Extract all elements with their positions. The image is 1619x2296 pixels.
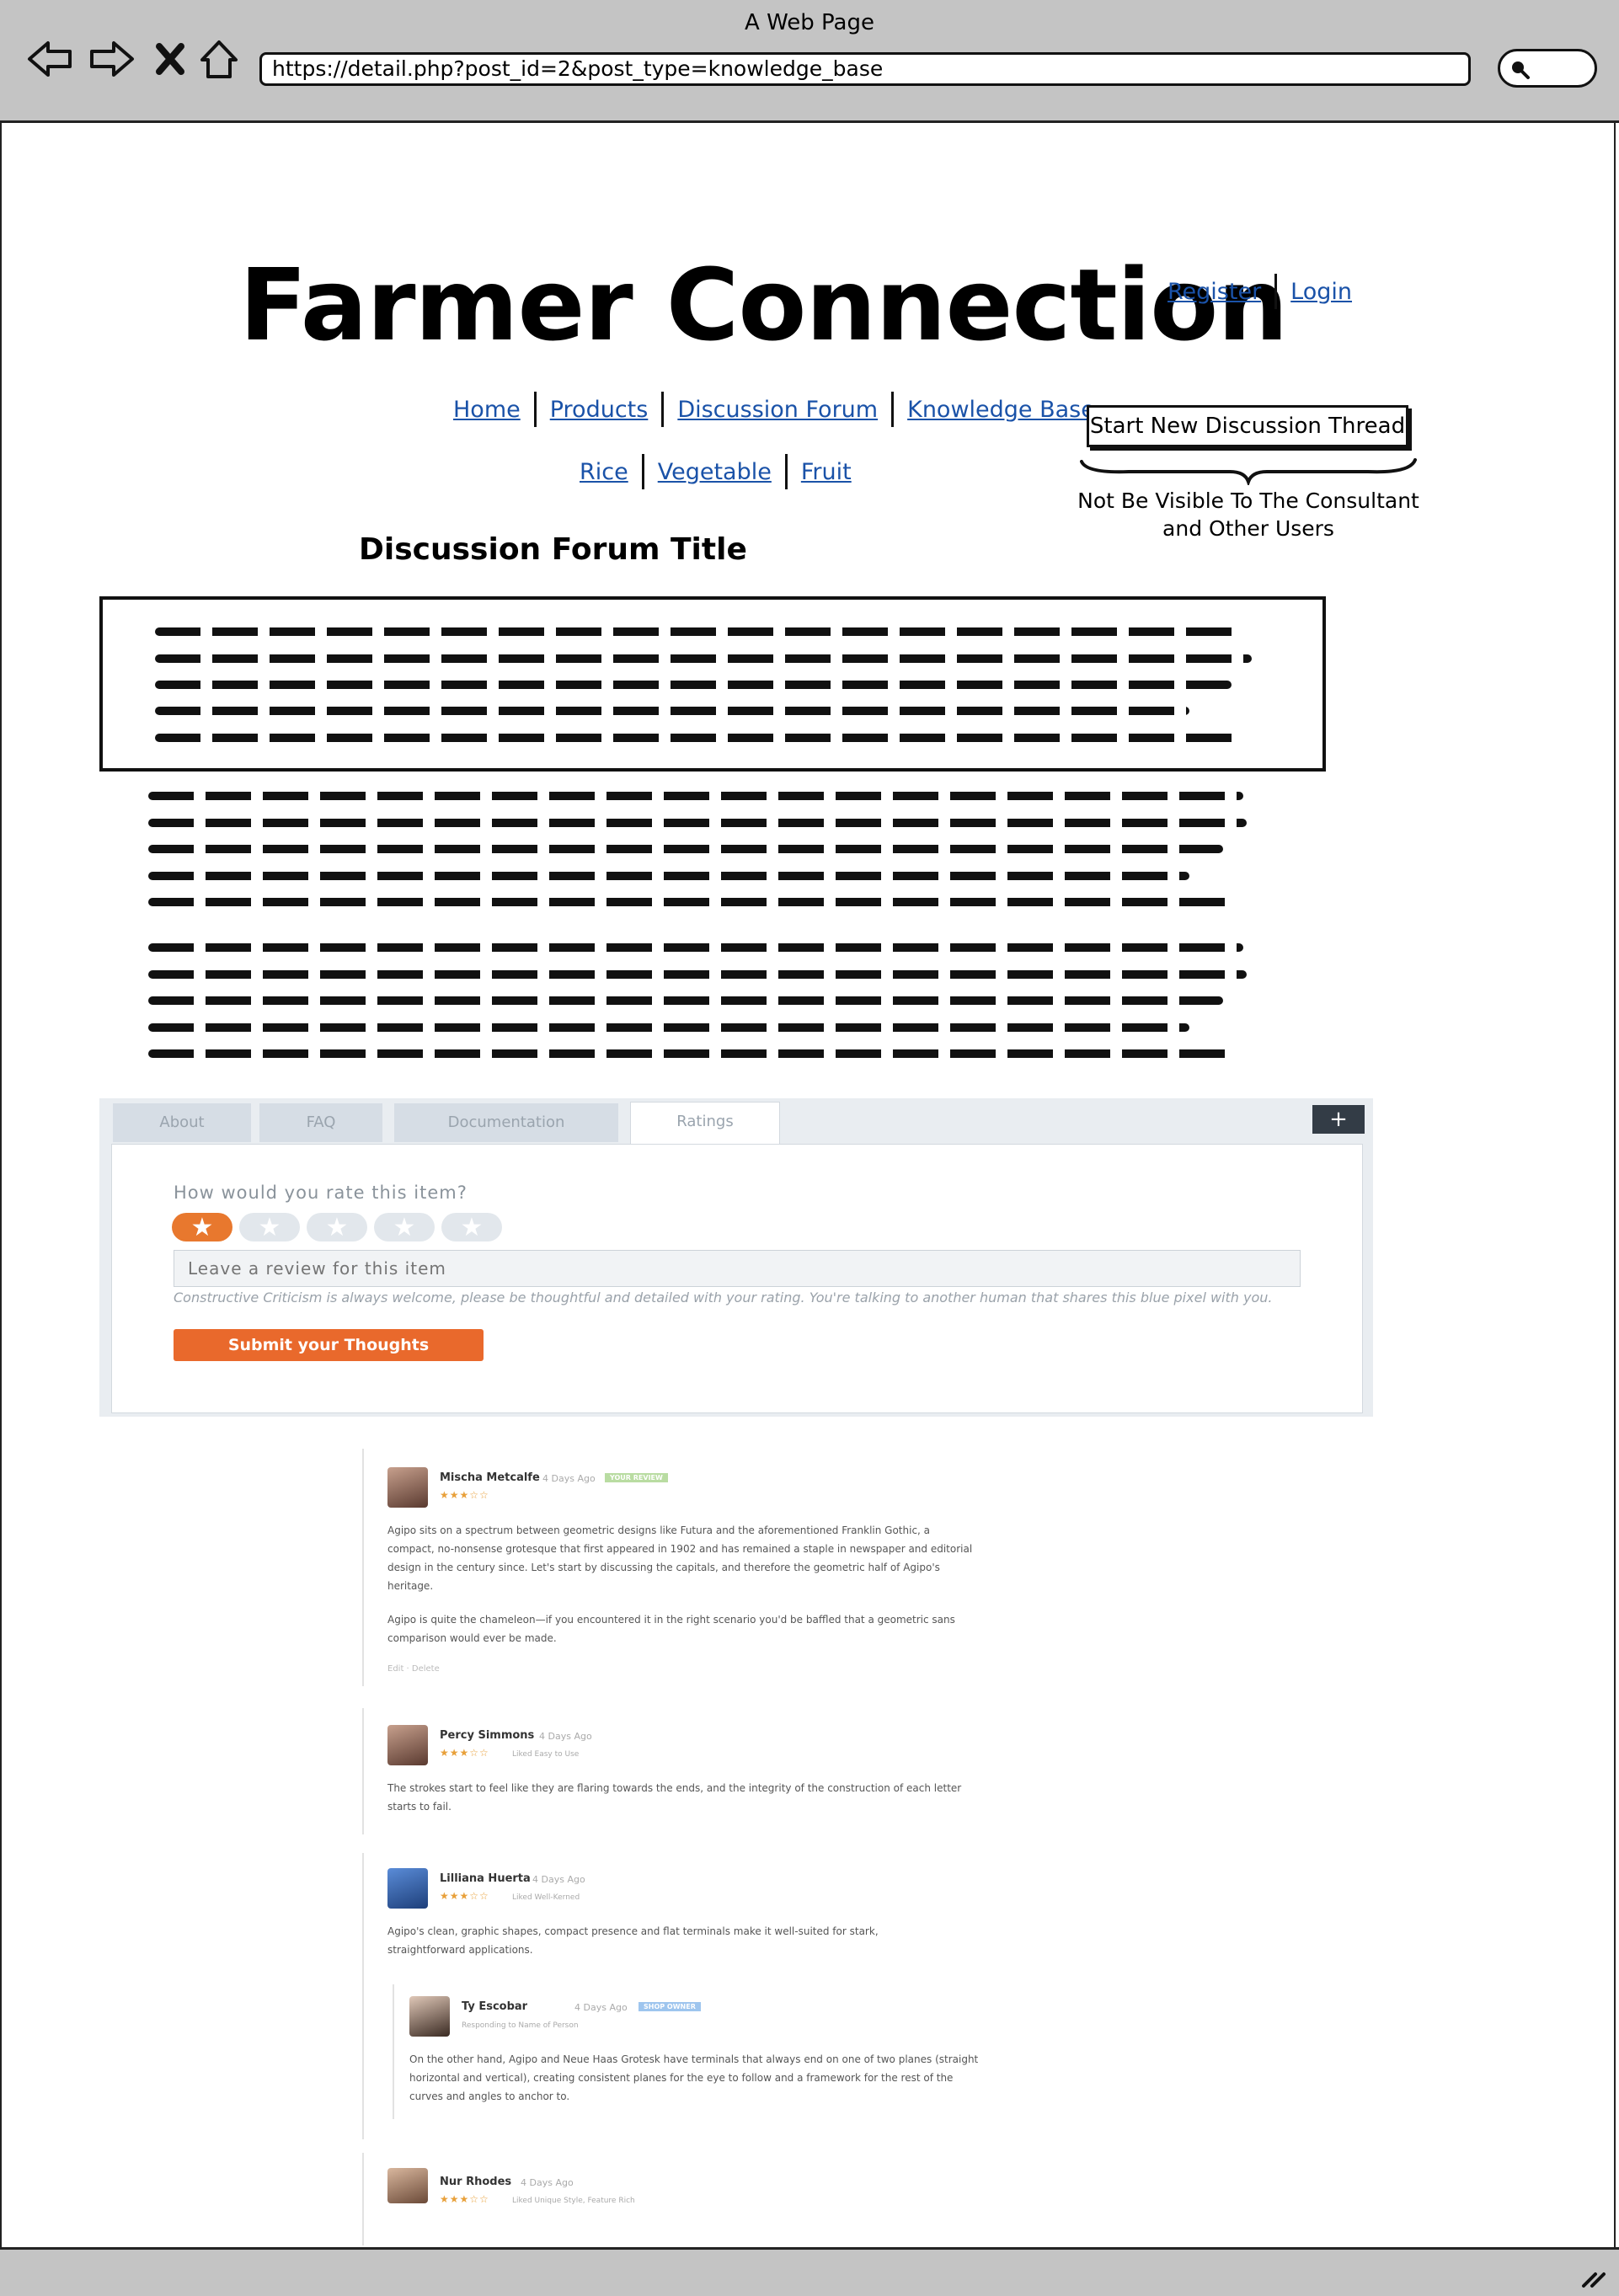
review-divider: [362, 1449, 364, 1686]
tab-documentation[interactable]: Documentation: [394, 1103, 618, 1142]
review-text: Agipo's clean, graphic shapes, compact p…: [387, 1925, 879, 1956]
review-stars: ★★★☆☆: [440, 2193, 489, 2205]
reply-context: Responding to Name of Person: [462, 2021, 579, 2030]
review-stars: ★★★☆☆: [440, 1747, 489, 1759]
review-time: 4 Days Ago: [542, 1473, 596, 1484]
reviewer-name: Ty Escobar: [462, 2000, 528, 2013]
status-badge: SHOP OWNER: [639, 2002, 701, 2011]
window-title: A Web Page: [745, 10, 874, 35]
review-text: Agipo sits on a spectrum between geometr…: [387, 1524, 973, 1592]
avatar: [387, 1725, 428, 1765]
browser-status-bar: [0, 2247, 1619, 2296]
review-text: Agipo is quite the chameleon—if you enco…: [387, 1614, 955, 1644]
review-stars: ★★★☆☆: [440, 1890, 489, 1902]
tab-faq[interactable]: FAQ: [259, 1103, 382, 1142]
review-input[interactable]: [174, 1250, 1301, 1287]
browser-toolbar: A Web Page https://detail.php?post_id=2&…: [0, 0, 1619, 123]
nav-rice[interactable]: Rice: [580, 459, 628, 485]
review-liked: Liked Easy to Use: [512, 1750, 580, 1759]
main-nav: Home Products Discussion Forum Knowledge…: [453, 392, 1095, 427]
site-title: Farmer Connection: [239, 247, 1288, 363]
reviewer-name: Mischa Metcalfe: [440, 1471, 540, 1484]
avatar: [387, 1467, 428, 1508]
review-time: 4 Days Ago: [574, 2002, 628, 2013]
forum-title: Discussion Forum Title: [359, 532, 747, 567]
home-icon[interactable]: [197, 37, 241, 81]
forward-icon[interactable]: [88, 37, 136, 81]
avatar: [387, 1868, 428, 1909]
star-icon[interactable]: ★: [239, 1213, 300, 1242]
nav-fruit[interactable]: Fruit: [801, 459, 852, 485]
review-time: 4 Days Ago: [539, 1731, 592, 1742]
stop-icon[interactable]: [153, 37, 187, 81]
review-liked: Liked Unique Style, Feature Rich: [512, 2197, 635, 2205]
back-icon[interactable]: [25, 37, 74, 81]
review-hint: Constructive Criticism is always welcome…: [174, 1289, 1273, 1306]
category-nav: Rice Vegetable Fruit: [580, 454, 852, 489]
star-icon[interactable]: ★: [307, 1213, 367, 1242]
reviewer-name: Nur Rhodes: [440, 2176, 512, 2188]
tab-about[interactable]: About: [113, 1103, 251, 1142]
review-time: 4 Days Ago: [532, 1874, 585, 1885]
login-link[interactable]: Login: [1290, 279, 1352, 305]
divider: [1274, 274, 1278, 309]
tab-ratings[interactable]: Ratings: [630, 1102, 780, 1146]
review-text: On the other hand, Agipo and Neue Haas G…: [409, 2053, 979, 2102]
star-rating[interactable]: ★ ★ ★ ★ ★: [172, 1213, 502, 1242]
avatar: [409, 1996, 450, 2037]
review-liked: Liked Well-Kerned: [512, 1893, 580, 1902]
visibility-note: Not Be Visible To The Consultant and Oth…: [1077, 489, 1419, 541]
star-icon[interactable]: ★: [172, 1213, 232, 1242]
nav-vegetable[interactable]: Vegetable: [658, 459, 772, 485]
reply-divider: [393, 1984, 394, 2119]
address-bar[interactable]: https://detail.php?post_id=2&post_type=k…: [259, 52, 1471, 86]
review-divider: [362, 2153, 364, 2245]
divider: [641, 454, 644, 489]
review-actions[interactable]: Edit · Delete: [387, 1664, 440, 1674]
submit-review-button[interactable]: Submit your Thoughts: [174, 1329, 484, 1361]
divider: [891, 392, 895, 427]
review-text: The strokes start to feel like they are …: [387, 1782, 962, 1813]
divider: [784, 454, 788, 489]
start-new-thread-button[interactable]: Start New Discussion Thread: [1087, 405, 1408, 447]
browser-search-box[interactable]: [1498, 49, 1597, 88]
auth-links: Register Login: [1167, 274, 1352, 309]
search-icon: [1512, 61, 1530, 79]
review-time: 4 Days Ago: [521, 2177, 574, 2188]
star-icon[interactable]: ★: [374, 1213, 435, 1242]
curly-brace-annotation: [1080, 458, 1417, 485]
resize-handle-icon[interactable]: [1579, 2264, 1607, 2289]
register-link[interactable]: Register: [1167, 279, 1261, 305]
status-badge: YOUR REVIEW: [605, 1473, 668, 1482]
rating-question: How would you rate this item?: [174, 1183, 468, 1203]
nav-discussion-forum[interactable]: Discussion Forum: [677, 397, 878, 423]
review-divider: [362, 1853, 364, 2139]
reviewer-name: Lilliana Huerta: [440, 1872, 531, 1885]
divider: [533, 392, 537, 427]
reviewer-name: Percy Simmons: [440, 1729, 535, 1742]
avatar: [387, 2168, 428, 2203]
bookmark-icon[interactable]: +: [1312, 1105, 1365, 1134]
nav-knowledge-base[interactable]: Knowledge Base: [907, 397, 1095, 423]
divider: [661, 392, 665, 427]
review-stars: ★★★☆☆: [440, 1489, 489, 1501]
nav-home[interactable]: Home: [453, 397, 521, 423]
star-icon[interactable]: ★: [441, 1213, 502, 1242]
review-divider: [362, 1708, 364, 1834]
nav-products[interactable]: Products: [550, 397, 649, 423]
